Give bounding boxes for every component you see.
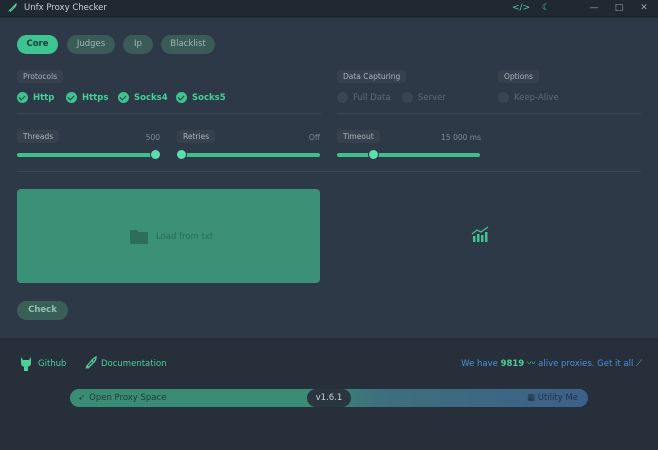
checkbox-label: Https xyxy=(82,93,109,103)
arrow-icon: ⟋ xyxy=(636,359,642,369)
check-icon xyxy=(402,92,413,103)
alive-count: 9819 xyxy=(500,359,525,369)
grid-icon: ▦ xyxy=(526,393,536,403)
threads-label: Threads xyxy=(17,130,60,143)
threads-value: 500 xyxy=(145,133,160,142)
documentation-label: Documentation xyxy=(101,359,167,369)
retries-slider-track[interactable] xyxy=(177,153,320,157)
documentation-link[interactable]: Documentation xyxy=(82,355,167,372)
divider xyxy=(17,171,641,172)
load-label: Load from txt xyxy=(156,232,214,242)
rocket-icon xyxy=(82,355,97,372)
check-icon xyxy=(337,92,348,103)
checkbox-http[interactable]: Http xyxy=(17,91,57,105)
timeout-label: Timeout xyxy=(337,130,380,143)
get-it-all-link[interactable]: Get it all xyxy=(597,359,633,369)
checkbox-label: Server xyxy=(418,93,446,103)
checkbox-label: Keep-Alive xyxy=(514,93,559,103)
maximize-button[interactable]: □ xyxy=(611,2,627,15)
threads-slider-handle[interactable] xyxy=(151,150,160,159)
timeout-slider-track[interactable] xyxy=(337,153,480,157)
checkbox-label: Full Data xyxy=(353,93,391,103)
checkbox-https[interactable]: Https xyxy=(66,91,110,105)
timeout-value: 15 000 ms xyxy=(441,133,481,142)
check-icon xyxy=(17,92,28,103)
check-icon xyxy=(118,92,129,103)
timeout-slider-handle[interactable] xyxy=(369,150,378,159)
checkbox-label: Http xyxy=(33,93,55,103)
checkbox-socks4[interactable]: Socks4 xyxy=(118,91,168,105)
checkbox-full-data[interactable]: Full Data xyxy=(337,91,392,105)
github-icon xyxy=(19,356,33,372)
rocket-icon xyxy=(6,2,18,15)
title-bar: Unfx Proxy Checker </> ☾ — □ ✕ xyxy=(0,0,658,17)
bottom-bar: ➶ Open Proxy Space v1.6.1 ▦ Utility Me xyxy=(70,389,588,407)
open-proxy-space-link[interactable]: ➶ Open Proxy Space xyxy=(78,389,166,407)
utility-me-label: Utility Me xyxy=(537,393,578,403)
version-badge: v1.6.1 xyxy=(307,389,351,407)
app-title: Unfx Proxy Checker xyxy=(24,3,107,13)
retries-slider-handle[interactable] xyxy=(177,150,186,159)
tab-judges[interactable]: Judges xyxy=(67,35,115,54)
close-button[interactable]: ✕ xyxy=(636,2,652,15)
main-panel: Core Judges Ip Blacklist Protocols Http … xyxy=(0,18,658,338)
alive-proxies-link[interactable]: We have 9819 〰 alive proxies. Get it all… xyxy=(461,356,642,372)
moon-icon[interactable]: ☾ xyxy=(538,2,554,15)
github-label: Github xyxy=(38,359,67,369)
checkbox-label: Socks5 xyxy=(192,93,226,103)
utility-me-link[interactable]: ▦ Utility Me xyxy=(527,389,578,407)
minimize-button[interactable]: — xyxy=(586,2,602,15)
checkbox-server[interactable]: Server xyxy=(402,91,452,105)
retries-value: Off xyxy=(308,133,320,142)
divider xyxy=(17,113,321,114)
tab-blacklist[interactable]: Blacklist xyxy=(161,35,215,54)
checkbox-label: Socks4 xyxy=(134,93,168,103)
alive-prefix: We have xyxy=(461,359,498,369)
github-link[interactable]: Github xyxy=(19,356,69,372)
tab-ip[interactable]: Ip xyxy=(123,35,153,54)
divider xyxy=(337,113,641,114)
code-icon[interactable]: </> xyxy=(512,2,530,15)
check-icon xyxy=(498,92,509,103)
check-button[interactable]: Check xyxy=(17,301,68,320)
folder-icon xyxy=(130,230,148,244)
check-icon xyxy=(176,92,187,103)
tab-core[interactable]: Core xyxy=(17,35,58,54)
check-icon xyxy=(66,92,77,103)
retries-label: Retries xyxy=(177,130,216,143)
rocket-icon: ➶ xyxy=(78,393,86,403)
protocols-label: Protocols xyxy=(17,70,64,83)
options-label: Options xyxy=(498,70,539,83)
chart-icon[interactable] xyxy=(471,226,490,243)
load-from-txt-dropzone[interactable]: Load from txt xyxy=(17,189,320,283)
pulse-icon: 〰 xyxy=(526,359,536,369)
checkbox-socks5[interactable]: Socks5 xyxy=(176,91,226,105)
alive-suffix: alive proxies. xyxy=(538,359,595,369)
threads-slider-track[interactable] xyxy=(17,153,159,157)
checkbox-keep-alive[interactable]: Keep-Alive xyxy=(498,91,559,105)
open-proxy-space-label: Open Proxy Space xyxy=(89,393,167,403)
data-capturing-label: Data Capturing xyxy=(337,70,407,83)
